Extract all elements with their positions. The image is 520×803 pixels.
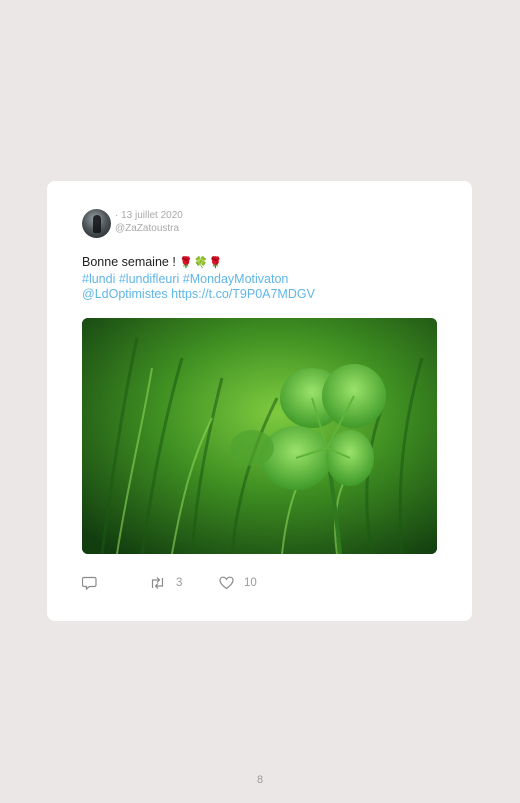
- avatar[interactable]: [82, 209, 111, 238]
- reply-button[interactable]: [82, 576, 97, 590]
- tweet-photo[interactable]: [82, 318, 437, 554]
- tweet-date: 13 juillet 2020: [115, 209, 183, 222]
- reply-icon: [82, 576, 97, 590]
- retweet-count: 3: [176, 577, 183, 589]
- heart-icon: [219, 576, 234, 590]
- retweet-button[interactable]: 3: [149, 576, 182, 590]
- page-number: 8: [256, 774, 264, 786]
- four-leaf-clover-photo: [82, 318, 437, 554]
- hashtags[interactable]: #lundi #lundifleuri #MondayMotivaton: [82, 272, 442, 288]
- tweet-handle[interactable]: @ZaZatoustra: [115, 222, 183, 235]
- tweet-meta: 13 juillet 2020 @ZaZatoustra: [115, 209, 183, 235]
- tweet-url[interactable]: https://t.co/T9P0A7MDGV: [171, 287, 315, 301]
- like-count: 10: [244, 577, 257, 589]
- tweet-greeting: Bonne semaine !: [82, 255, 176, 269]
- mention-link[interactable]: @LdOptimistes: [82, 287, 168, 301]
- retweet-icon: [149, 576, 166, 590]
- emoji-group: 🌹🍀🌹: [179, 257, 224, 269]
- tweet-card: 13 juillet 2020 @ZaZatoustra Bonne semai…: [47, 181, 472, 621]
- like-button[interactable]: 10: [219, 576, 257, 590]
- tweet-text: Bonne semaine ! 🌹🍀🌹 #lundi #lundifleuri …: [82, 255, 442, 303]
